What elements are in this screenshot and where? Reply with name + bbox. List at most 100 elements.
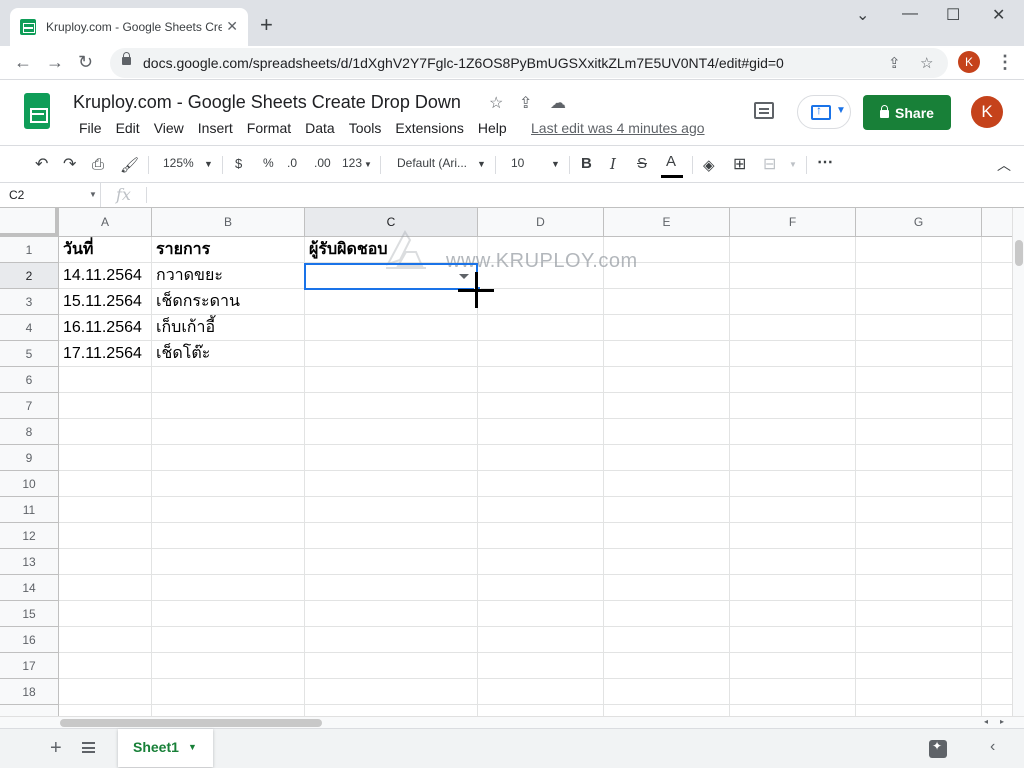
account-avatar[interactable]: K (971, 96, 1003, 128)
row-header[interactable] (0, 705, 59, 716)
minimize-icon[interactable]: — (902, 5, 918, 23)
italic-button[interactable]: I (610, 155, 616, 173)
browser-profile-avatar[interactable]: K (958, 51, 980, 73)
column-header-f[interactable]: F (730, 208, 856, 237)
row-header[interactable]: 10 (0, 471, 59, 497)
more-options-icon[interactable]: ⋯ (817, 152, 833, 172)
paint-format-icon[interactable]: 🖌 (120, 156, 139, 174)
spreadsheet-grid[interactable]: A B C D E F G 1 2 3 4 5 6 7 8 9 10 11 12… (0, 208, 1012, 716)
increase-decimal-button[interactable]: .00 (314, 156, 331, 170)
font-caret-icon[interactable]: ▼ (477, 159, 486, 169)
horizontal-scroll-thumb[interactable] (60, 719, 322, 727)
row-header[interactable]: 5 (0, 341, 59, 367)
browser-menu-icon[interactable]: ⋮ (996, 52, 1014, 73)
row-header[interactable]: 15 (0, 601, 59, 627)
font-size-select[interactable]: 10 (511, 156, 524, 170)
row-header[interactable]: 12 (0, 523, 59, 549)
text-color-button[interactable]: A (666, 153, 676, 170)
browser-tab[interactable]: Kruploy.com - Google Sheets Create Drop … (10, 8, 248, 46)
cell-a4[interactable]: 16.11.2564 (59, 315, 146, 341)
row-header[interactable]: 6 (0, 367, 59, 393)
bookmark-star-icon[interactable]: ☆ (920, 54, 933, 72)
move-folder-icon[interactable]: ⇪ (519, 93, 532, 113)
row-header[interactable]: 7 (0, 393, 59, 419)
zoom-caret-icon[interactable]: ▼ (204, 159, 213, 169)
sheet-tab-sheet1[interactable]: Sheet1 ▼ (118, 729, 213, 767)
vertical-scrollbar[interactable] (1012, 208, 1024, 716)
merge-caret-icon[interactable]: ▼ (789, 160, 797, 169)
cell-b4[interactable]: เก็บเก้าอี้ (152, 315, 219, 341)
decrease-decimal-button[interactable]: .0 (287, 156, 297, 170)
forward-icon[interactable]: → (46, 52, 64, 73)
collapse-menus-icon[interactable]: ︿ (997, 155, 1011, 175)
menu-tools[interactable]: Tools (342, 120, 389, 136)
scroll-left-icon[interactable]: ◂ (984, 717, 988, 726)
menu-view[interactable]: View (147, 120, 191, 136)
new-tab-icon[interactable]: + (260, 12, 273, 38)
horizontal-scrollbar[interactable]: ◂ ▸ (0, 716, 1024, 728)
name-box-caret-icon[interactable]: ▼ (89, 190, 97, 199)
cell-b1[interactable]: รายการ (152, 237, 214, 263)
percent-format-button[interactable]: % (263, 156, 274, 170)
vertical-scroll-thumb[interactable] (1015, 240, 1023, 266)
present-button[interactable]: ▼ (797, 95, 851, 129)
row-header[interactable]: 18 (0, 679, 59, 705)
close-window-icon[interactable]: ✕ (992, 5, 1005, 25)
row-header[interactable]: 8 (0, 419, 59, 445)
menu-format[interactable]: Format (240, 120, 298, 136)
undo-icon[interactable]: ↶ (35, 154, 48, 174)
menu-data[interactable]: Data (298, 120, 342, 136)
row-header[interactable]: 17 (0, 653, 59, 679)
chevron-left-icon[interactable]: ‹ (990, 738, 995, 756)
bold-button[interactable]: B (581, 155, 592, 172)
all-sheets-icon[interactable] (82, 742, 95, 753)
font-select[interactable]: Default (Ari... (397, 156, 467, 170)
cloud-status-icon[interactable]: ☁ (550, 93, 566, 113)
add-sheet-icon[interactable]: + (50, 737, 62, 760)
selected-cell-c2[interactable] (304, 263, 478, 290)
explore-icon[interactable] (929, 739, 947, 758)
menu-extensions[interactable]: Extensions (388, 120, 470, 136)
menu-insert[interactable]: Insert (191, 120, 240, 136)
cell-a1[interactable]: วันที่ (59, 237, 97, 263)
row-header[interactable]: 1 (0, 237, 59, 263)
cell-b3[interactable]: เช็ดกระดาน (152, 289, 244, 315)
print-icon[interactable]: ⎙ (92, 156, 104, 173)
cell-a2[interactable]: 14.11.2564 (59, 263, 146, 289)
select-all-corner[interactable] (0, 208, 59, 237)
dropdown-arrow-icon[interactable] (459, 274, 469, 279)
column-header-b[interactable]: B (152, 208, 305, 237)
star-icon[interactable]: ☆ (489, 93, 503, 113)
last-edit-link[interactable]: Last edit was 4 minutes ago (531, 120, 705, 136)
redo-icon[interactable]: ↷ (63, 154, 76, 174)
more-formats-button[interactable]: 123 (342, 156, 362, 170)
column-header-h[interactable] (982, 208, 1012, 237)
merge-cells-icon[interactable]: ⊟ (763, 154, 776, 174)
zoom-select[interactable]: 125% (163, 156, 194, 170)
fill-color-icon[interactable]: ◈ (703, 156, 715, 174)
cell-b5[interactable]: เช็ดโต๊ะ (152, 341, 214, 367)
comment-history-icon[interactable] (754, 102, 774, 119)
menu-help[interactable]: Help (471, 120, 514, 136)
back-icon[interactable]: ← (14, 52, 32, 73)
row-header[interactable]: 4 (0, 315, 59, 341)
column-header-a[interactable]: A (59, 208, 152, 237)
column-header-d[interactable]: D (478, 208, 604, 237)
sheets-logo-icon[interactable] (24, 93, 50, 129)
share-page-icon[interactable]: ⇪ (888, 54, 901, 72)
maximize-icon[interactable]: ☐ (946, 5, 960, 25)
share-button[interactable]: Share (863, 95, 951, 130)
cell-b2[interactable]: กวาดขยะ (152, 263, 227, 289)
close-tab-icon[interactable]: ✕ (226, 18, 238, 35)
row-header[interactable]: 13 (0, 549, 59, 575)
cell-c1[interactable]: ผู้รับผิดชอบ (305, 237, 392, 263)
row-header[interactable]: 11 (0, 497, 59, 523)
column-header-g[interactable]: G (856, 208, 982, 237)
menu-file[interactable]: File (72, 120, 109, 136)
tab-search-icon[interactable]: ⌄ (856, 5, 869, 25)
row-header[interactable]: 16 (0, 627, 59, 653)
strikethrough-button[interactable]: S (637, 155, 647, 172)
more-formats-caret-icon[interactable]: ▼ (364, 160, 372, 169)
row-header[interactable]: 3 (0, 289, 59, 315)
font-size-caret-icon[interactable]: ▼ (551, 159, 560, 169)
